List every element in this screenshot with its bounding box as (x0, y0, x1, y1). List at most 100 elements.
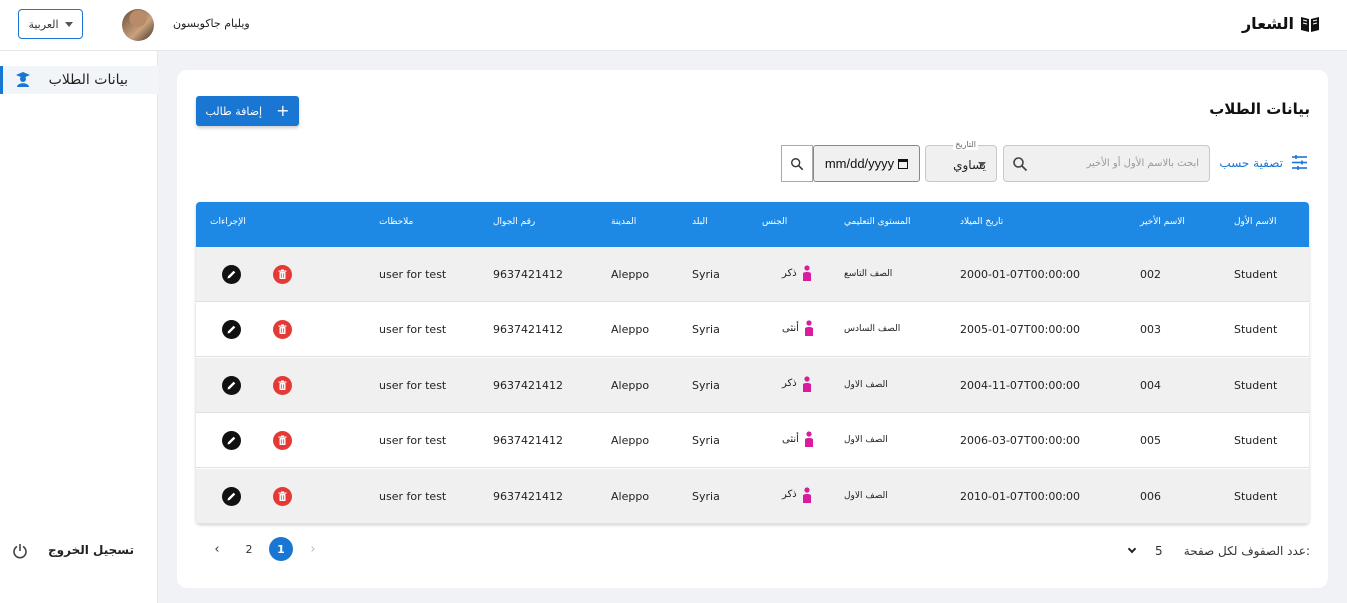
cell-country: Syria (692, 378, 720, 392)
cell-city: Aleppo (611, 323, 650, 337)
edit-button[interactable] (222, 265, 241, 284)
header-country[interactable]: البلد (692, 217, 708, 227)
cell-phone: 9637421412 (493, 268, 563, 281)
filter-label: تصفية حسب (1219, 155, 1283, 170)
cell-phone: 9637421412 (493, 489, 563, 503)
cell-gender: أنثى (782, 431, 815, 448)
prev-page-button[interactable]: › (301, 537, 325, 561)
date-label: التاريخ (953, 140, 978, 150)
cell-phone: 9637421412 (493, 434, 563, 448)
cell-gender: ذكر (782, 486, 813, 503)
rows-per-page-label: عدد الصفوف لكل صفحة: (1183, 544, 1310, 558)
cell-birth-date: 2004-11-07T00:00:00 (960, 378, 1081, 392)
avatar[interactable] (122, 9, 154, 41)
pencil-icon (227, 381, 236, 390)
person-icon (802, 376, 811, 392)
cell-phone: 9637421412 (493, 323, 563, 337)
sidebar: بيانات الطلاب تسجيل الخروج (0, 51, 158, 603)
student-icon (16, 72, 30, 87)
add-student-button[interactable]: إضافة طالب + (196, 96, 299, 126)
table-row[interactable]: Student 002 2000-01-07T00:00:00 الصف التاسع… (196, 247, 1309, 302)
header-last-name[interactable]: الاسم الأخير (1140, 217, 1185, 227)
cell-gender: ذكر (782, 376, 813, 392)
edit-button[interactable] (222, 375, 241, 395)
date-search-button[interactable] (781, 145, 813, 182)
pencil-icon (227, 492, 236, 501)
pagination: ‹ 2 1 › (205, 537, 333, 561)
delete-button[interactable] (273, 486, 292, 506)
table-row[interactable]: Student 004 2004-11-07T00:00:00 الصف الاول S… (196, 357, 1309, 413)
cell-birth-date: 2010-01-07T00:00:00 (960, 489, 1081, 503)
header-gender[interactable]: الجنس (762, 217, 787, 227)
trash-icon (278, 269, 287, 279)
user-name: ويليام جاكوبسون (173, 17, 250, 30)
logout-button[interactable]: تسجيل الخروج (12, 543, 134, 559)
pencil-icon (227, 270, 236, 279)
search-icon (1013, 157, 1028, 172)
edit-button[interactable] (222, 486, 241, 506)
cell-birth-date: 2005-01-07T00:00:00 (960, 323, 1081, 337)
trash-icon (278, 324, 287, 335)
gender-label: أنثى (782, 433, 799, 445)
cell-notes: user for test (379, 323, 447, 337)
cell-gender: ذكر (782, 265, 813, 281)
person-icon (804, 320, 813, 337)
filter-by[interactable]: تصفية حسب (1219, 154, 1308, 171)
cell-gender: أنثى (782, 320, 815, 337)
header-notes[interactable]: ملاحظات (379, 217, 413, 227)
rows-per-page-select[interactable]: 5 (1127, 544, 1163, 558)
page-title: بيانات الطلاب (1209, 100, 1310, 118)
trash-icon (278, 491, 287, 501)
header-phone[interactable]: رقم الجوال (493, 217, 535, 227)
table-row[interactable]: Student 006 2010-01-07T00:00:00 الصف الاول S… (196, 468, 1309, 524)
logout-label: تسجيل الخروج (48, 543, 134, 557)
cell-level: الصف الاول (844, 435, 888, 446)
delete-button[interactable] (273, 320, 292, 340)
add-button-label: إضافة طالب (205, 104, 263, 118)
caret-down-icon (978, 162, 986, 167)
date-field[interactable]: mm/dd/yyyy (813, 145, 920, 182)
delete-button[interactable] (273, 431, 292, 451)
book-icon (1301, 16, 1319, 32)
cell-birth-date: 2000-01-07T00:00:00 (960, 268, 1081, 281)
cell-last-name: 003 (1140, 323, 1161, 337)
person-icon (802, 265, 811, 281)
header-birth-date[interactable]: تاريخ الميلاد (960, 217, 1003, 227)
top-bar: الشعار العربية ويليام جاكوبسون (0, 0, 1347, 51)
cell-country: Syria (692, 434, 720, 448)
table-row[interactable]: Student 003 2005-01-07T00:00:00 الصف السادس… (196, 302, 1309, 358)
delete-button[interactable] (273, 265, 292, 284)
date-operator-select[interactable]: التاريخ يساوي (925, 140, 997, 182)
cell-level: الصف التاسع (844, 269, 893, 279)
cell-city: Aleppo (611, 489, 650, 503)
header-city[interactable]: المدينة (611, 217, 636, 227)
header-actions: الإجراءات (210, 217, 246, 227)
calendar-icon[interactable] (898, 158, 909, 169)
edit-button[interactable] (222, 431, 241, 451)
sidebar-item-label: بيانات الطلاب (48, 72, 128, 88)
cell-country: Syria (692, 323, 720, 337)
language-select[interactable]: العربية (18, 9, 83, 39)
cell-level: الصف السادس (844, 324, 901, 335)
delete-button[interactable] (273, 375, 292, 395)
logo[interactable]: الشعار (1242, 14, 1320, 33)
header-level[interactable]: المستوى التعليمي (844, 217, 910, 227)
cell-notes: user for test (379, 434, 447, 448)
cell-level: الصف الاول (844, 379, 888, 390)
cell-city: Aleppo (611, 434, 650, 448)
next-page-button[interactable]: ‹ (205, 537, 229, 561)
search-placeholder: ابحث بالاسم الأول أو الأخير (1086, 158, 1200, 169)
page-button[interactable]: 2 (237, 537, 261, 561)
cell-phone: 9637421412 (493, 378, 563, 392)
edit-button[interactable] (222, 320, 241, 340)
cell-first-name: Student (1234, 323, 1278, 337)
search-input[interactable]: ابحث بالاسم الأول أو الأخير (1003, 145, 1210, 182)
header-first-name[interactable]: الاسم الأول (1234, 217, 1277, 227)
rows-per-page-value: 5 (1155, 544, 1163, 558)
cell-first-name: Student (1234, 378, 1278, 392)
chevron-down-icon (1127, 544, 1137, 554)
table-row[interactable]: Student 005 2006-03-07T00:00:00 الصف الاول S… (196, 413, 1309, 469)
rows-per-page: عدد الصفوف لكل صفحة: (1184, 544, 1310, 558)
cell-notes: user for test (379, 489, 447, 503)
page-button-current[interactable]: 1 (269, 537, 293, 561)
